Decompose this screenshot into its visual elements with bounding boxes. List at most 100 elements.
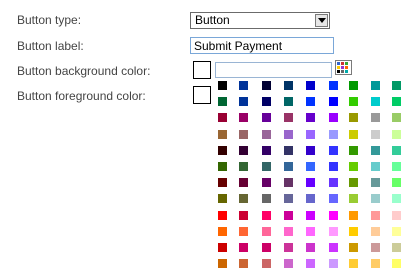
palette-color-swatch[interactable] xyxy=(392,259,401,269)
palette-color-swatch[interactable] xyxy=(306,113,315,123)
palette-color-swatch[interactable] xyxy=(329,97,338,107)
palette-color-swatch[interactable] xyxy=(262,243,271,252)
palette-color-swatch[interactable] xyxy=(392,113,401,123)
palette-color-swatch[interactable] xyxy=(262,129,271,139)
palette-color-swatch[interactable] xyxy=(349,97,358,107)
palette-color-swatch[interactable] xyxy=(349,226,358,236)
palette-color-swatch[interactable] xyxy=(218,129,227,139)
palette-color-swatch[interactable] xyxy=(262,162,271,171)
palette-color-swatch[interactable] xyxy=(284,194,293,204)
palette-color-swatch[interactable] xyxy=(392,162,401,171)
palette-color-swatch[interactable] xyxy=(306,162,315,171)
palette-color-swatch[interactable] xyxy=(239,210,248,220)
palette-color-swatch[interactable] xyxy=(329,81,338,90)
palette-color-swatch[interactable] xyxy=(262,113,271,123)
palette-color-swatch[interactable] xyxy=(218,162,227,171)
palette-color-swatch[interactable] xyxy=(239,162,248,171)
palette-color-swatch[interactable] xyxy=(262,259,271,269)
palette-color-swatch[interactable] xyxy=(306,97,315,107)
palette-color-swatch[interactable] xyxy=(239,113,248,123)
palette-color-swatch[interactable] xyxy=(284,145,293,155)
palette-color-swatch[interactable] xyxy=(239,129,248,139)
color-palette-icon[interactable] xyxy=(335,60,352,75)
palette-color-swatch[interactable] xyxy=(371,162,380,171)
palette-color-swatch[interactable] xyxy=(284,113,293,123)
palette-color-swatch[interactable] xyxy=(239,81,248,90)
palette-color-swatch[interactable] xyxy=(306,226,315,236)
palette-color-swatch[interactable] xyxy=(306,145,315,155)
palette-color-swatch[interactable] xyxy=(371,259,380,269)
palette-color-swatch[interactable] xyxy=(392,145,401,155)
foreground-color-swatch[interactable] xyxy=(193,86,211,104)
palette-color-swatch[interactable] xyxy=(329,226,338,236)
palette-color-swatch[interactable] xyxy=(329,194,338,204)
palette-color-swatch[interactable] xyxy=(349,81,358,90)
background-color-input[interactable] xyxy=(215,62,332,78)
palette-color-swatch[interactable] xyxy=(349,178,358,188)
palette-color-swatch[interactable] xyxy=(371,81,380,90)
palette-color-swatch[interactable] xyxy=(218,226,227,236)
palette-color-swatch[interactable] xyxy=(218,178,227,188)
palette-color-swatch[interactable] xyxy=(284,226,293,236)
palette-color-swatch[interactable] xyxy=(284,162,293,171)
palette-color-swatch[interactable] xyxy=(329,162,338,171)
palette-color-swatch[interactable] xyxy=(349,259,358,269)
palette-color-swatch[interactable] xyxy=(371,178,380,188)
palette-color-swatch[interactable] xyxy=(218,145,227,155)
palette-color-swatch[interactable] xyxy=(329,259,338,269)
palette-color-swatch[interactable] xyxy=(306,243,315,252)
palette-color-swatch[interactable] xyxy=(262,210,271,220)
palette-color-swatch[interactable] xyxy=(239,194,248,204)
chevron-down-icon[interactable] xyxy=(315,14,328,27)
palette-color-swatch[interactable] xyxy=(218,97,227,107)
palette-color-swatch[interactable] xyxy=(284,243,293,252)
palette-color-swatch[interactable] xyxy=(349,129,358,139)
palette-color-swatch[interactable] xyxy=(284,210,293,220)
palette-color-swatch[interactable] xyxy=(349,145,358,155)
button-label-input[interactable] xyxy=(190,37,334,54)
palette-color-swatch[interactable] xyxy=(239,178,248,188)
palette-color-swatch[interactable] xyxy=(371,145,380,155)
palette-color-swatch[interactable] xyxy=(262,97,271,107)
palette-color-swatch[interactable] xyxy=(371,226,380,236)
palette-color-swatch[interactable] xyxy=(371,113,380,123)
palette-color-swatch[interactable] xyxy=(262,194,271,204)
palette-color-swatch[interactable] xyxy=(306,81,315,90)
palette-color-swatch[interactable] xyxy=(284,97,293,107)
palette-color-swatch[interactable] xyxy=(329,210,338,220)
palette-color-swatch[interactable] xyxy=(239,97,248,107)
button-type-select[interactable]: Button xyxy=(190,12,330,29)
palette-color-swatch[interactable] xyxy=(329,145,338,155)
palette-color-swatch[interactable] xyxy=(371,97,380,107)
palette-color-swatch[interactable] xyxy=(306,178,315,188)
palette-color-swatch[interactable] xyxy=(262,81,271,90)
palette-color-swatch[interactable] xyxy=(371,129,380,139)
palette-color-swatch[interactable] xyxy=(349,162,358,171)
palette-color-swatch[interactable] xyxy=(371,210,380,220)
palette-color-swatch[interactable] xyxy=(392,178,401,188)
palette-color-swatch[interactable] xyxy=(262,178,271,188)
palette-color-swatch[interactable] xyxy=(392,97,401,107)
palette-color-swatch[interactable] xyxy=(218,210,227,220)
palette-color-swatch[interactable] xyxy=(218,81,227,90)
palette-color-swatch[interactable] xyxy=(284,259,293,269)
palette-color-swatch[interactable] xyxy=(218,243,227,252)
palette-color-swatch[interactable] xyxy=(329,178,338,188)
palette-color-swatch[interactable] xyxy=(239,226,248,236)
palette-color-swatch[interactable] xyxy=(262,145,271,155)
palette-color-swatch[interactable] xyxy=(284,129,293,139)
palette-color-swatch[interactable] xyxy=(349,194,358,204)
palette-color-swatch[interactable] xyxy=(218,194,227,204)
palette-color-swatch[interactable] xyxy=(349,243,358,252)
palette-color-swatch[interactable] xyxy=(349,113,358,123)
palette-color-swatch[interactable] xyxy=(218,259,227,269)
palette-color-swatch[interactable] xyxy=(284,178,293,188)
palette-color-swatch[interactable] xyxy=(239,145,248,155)
palette-color-swatch[interactable] xyxy=(306,210,315,220)
palette-color-swatch[interactable] xyxy=(392,226,401,236)
palette-color-swatch[interactable] xyxy=(329,129,338,139)
palette-color-swatch[interactable] xyxy=(349,210,358,220)
palette-color-swatch[interactable] xyxy=(392,210,401,220)
palette-color-swatch[interactable] xyxy=(306,129,315,139)
background-color-swatch[interactable] xyxy=(193,61,211,79)
